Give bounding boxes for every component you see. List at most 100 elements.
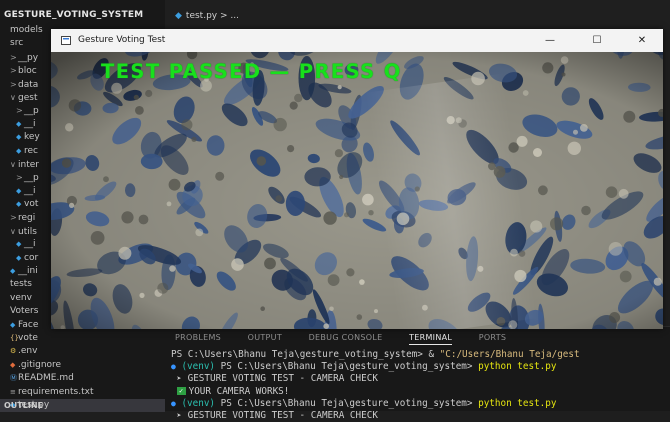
chevron-down-icon[interactable]: ∨: [10, 225, 18, 238]
venv-label: (venv): [181, 397, 216, 409]
maximize-button[interactable]: ☐: [582, 32, 612, 49]
file-tree-label: utils: [18, 226, 37, 237]
txt-file-icon: ≡: [10, 387, 16, 396]
file-tree-label: gest: [18, 92, 38, 103]
chevron-down-icon[interactable]: ∨: [10, 158, 18, 171]
py-file-icon: ◆: [16, 253, 22, 262]
terminal-output[interactable]: PS C:\Users\Bhanu Teja\gesture_voting_sy…: [171, 349, 670, 422]
minimize-button[interactable]: —: [535, 32, 565, 49]
file-tree-label: __ini: [18, 266, 38, 277]
terminal-line: ➤ GESTURE VOTING TEST - CAMERA CHECK: [171, 373, 670, 385]
terminal-line: ➤ GESTURE VOTING TEST - CAMERA CHECK: [171, 410, 670, 422]
terminal-path-string: "C:/Users/Bhanu Teja/gest: [439, 349, 580, 360]
file-tree-label: regi: [18, 213, 36, 224]
file-tree-label: Face: [18, 319, 39, 330]
chevron-down-icon[interactable]: ∨: [10, 91, 18, 104]
file-tree-label: venv: [10, 292, 32, 303]
outline-section-label[interactable]: OUTLINE: [4, 401, 43, 410]
terminal-prompt: PS C:\Users\Bhanu Teja\gesture_voting_sy…: [171, 349, 423, 360]
file-tree-label: rec: [24, 145, 38, 156]
chevron-right-icon[interactable]: >: [10, 78, 18, 91]
env-file-icon: ⚙: [10, 347, 17, 356]
file-tree-item[interactable]: ⓂREADME.md: [0, 372, 165, 385]
py-file-icon: ◆: [10, 267, 16, 276]
file-tree-label: __p: [24, 106, 39, 117]
terminal-prompt: PS C:\Users\Bhanu Teja\gesture_voting_sy…: [215, 361, 473, 373]
chevron-right-icon[interactable]: >: [10, 64, 18, 77]
file-tree-label: tests: [10, 279, 32, 290]
terminal-text: YOUR CAMERA WORKS!: [188, 385, 290, 397]
file-tree-label: __i: [24, 185, 36, 196]
file-tree-label: key: [24, 132, 40, 143]
python-file-icon: ◆: [175, 11, 182, 21]
file-tree-label: bloc: [18, 66, 37, 77]
window-title: Gesture Voting Test: [78, 35, 166, 45]
chevron-right-icon[interactable]: >: [10, 211, 18, 224]
tab-terminal[interactable]: TERMINAL: [409, 333, 453, 345]
py-file-icon: ◆: [16, 146, 22, 155]
py-file-icon: ◆: [16, 119, 22, 128]
rocket-icon: ➤: [176, 374, 182, 384]
file-tree-label: Voters: [10, 306, 39, 317]
editor-header: [165, 0, 670, 30]
tab-debug-console[interactable]: DEBUG CONSOLE: [309, 333, 383, 342]
file-tree-item[interactable]: ⚙ .env: [0, 345, 165, 358]
file-tree-label: models: [10, 25, 43, 35]
py-file-icon: ◆: [16, 240, 22, 249]
file-tree-label: data: [18, 79, 39, 90]
camera-test-window[interactable]: Gesture Voting Test — ☐ ✕ TEST PASSED — …: [51, 29, 663, 329]
window-titlebar[interactable]: Gesture Voting Test — ☐ ✕: [51, 29, 663, 52]
terminal-line: ● (venv) PS C:\Users\Bhanu Teja\gesture_…: [171, 398, 670, 410]
chevron-right-icon[interactable]: >: [10, 51, 18, 64]
py-file-icon: ◆: [16, 200, 22, 209]
py-file-icon: ◆: [10, 320, 16, 329]
chevron-right-icon[interactable]: >: [16, 171, 24, 184]
file-tree-label: README.md: [18, 373, 74, 384]
test-status-overlay-text: TEST PASSED — PRESS Q: [101, 60, 402, 83]
check-mark-icon: ✓: [176, 387, 186, 396]
camera-feed-image: [51, 52, 663, 329]
py-file-icon: ◆: [16, 133, 22, 142]
project-title[interactable]: GESTURE_VOTING_SYSTEM: [4, 10, 143, 20]
file-tree-label: cor: [24, 252, 39, 263]
bottom-panel: PROBLEMS OUTPUT DEBUG CONSOLE TERMINAL P…: [165, 326, 670, 421]
terminal-command: python test.py: [472, 397, 557, 409]
tab-ports[interactable]: PORTS: [479, 333, 507, 342]
terminal-line: ● (venv) PS C:\Users\Bhanu Teja\gesture_…: [171, 361, 670, 373]
terminal-text: GESTURE VOTING TEST - CAMERA CHECK: [187, 373, 378, 385]
tab-output[interactable]: OUTPUT: [248, 333, 282, 342]
breadcrumb-text: test.py > ...: [185, 11, 239, 21]
terminal-text: &: [422, 349, 440, 360]
app-icon: [61, 36, 71, 45]
rocket-icon: ➤: [176, 410, 182, 420]
file-tree-label: __py: [18, 52, 39, 63]
file-tree-label: __p: [24, 173, 39, 184]
file-tree-label: requirements.txt: [18, 386, 94, 397]
md-file-icon: Ⓜ: [10, 374, 17, 383]
file-tree-label: vote: [18, 332, 38, 343]
terminal-line: ✓ YOUR CAMERA WORKS!: [171, 386, 670, 398]
file-tree-label: src: [10, 38, 24, 49]
py-file-icon: ◆: [16, 186, 22, 195]
command-status-dot-icon: ●: [171, 362, 176, 372]
file-tree-label: .env: [18, 346, 38, 357]
file-tree-label: .gitignore: [18, 359, 62, 370]
camera-feed: TEST PASSED — PRESS Q: [51, 52, 663, 329]
json-file-icon: {}: [10, 333, 19, 342]
file-tree-item[interactable]: {}vote: [0, 332, 165, 345]
file-tree-label: __i: [24, 239, 36, 250]
file-tree-label: vot: [24, 199, 39, 210]
tab-problems[interactable]: PROBLEMS: [175, 333, 221, 342]
file-tree-label: inter: [18, 159, 39, 170]
git-file-icon: ◆: [10, 360, 16, 369]
file-tree-label: __i: [24, 118, 36, 129]
file-tree-item[interactable]: ◆ .gitignore: [0, 359, 165, 372]
panel-tabs: PROBLEMS OUTPUT DEBUG CONSOLE TERMINAL P…: [175, 333, 530, 345]
close-button[interactable]: ✕: [627, 32, 657, 49]
chevron-right-icon[interactable]: >: [16, 104, 24, 117]
breadcrumb[interactable]: ◆ test.py > ...: [175, 11, 239, 21]
terminal-prompt: PS C:\Users\Bhanu Teja\gesture_voting_sy…: [215, 397, 473, 409]
terminal-command: python test.py: [472, 361, 557, 373]
terminal-text: GESTURE VOTING TEST - CAMERA CHECK: [187, 409, 378, 421]
file-tree-item[interactable]: ≡ requirements.txt: [0, 386, 165, 399]
